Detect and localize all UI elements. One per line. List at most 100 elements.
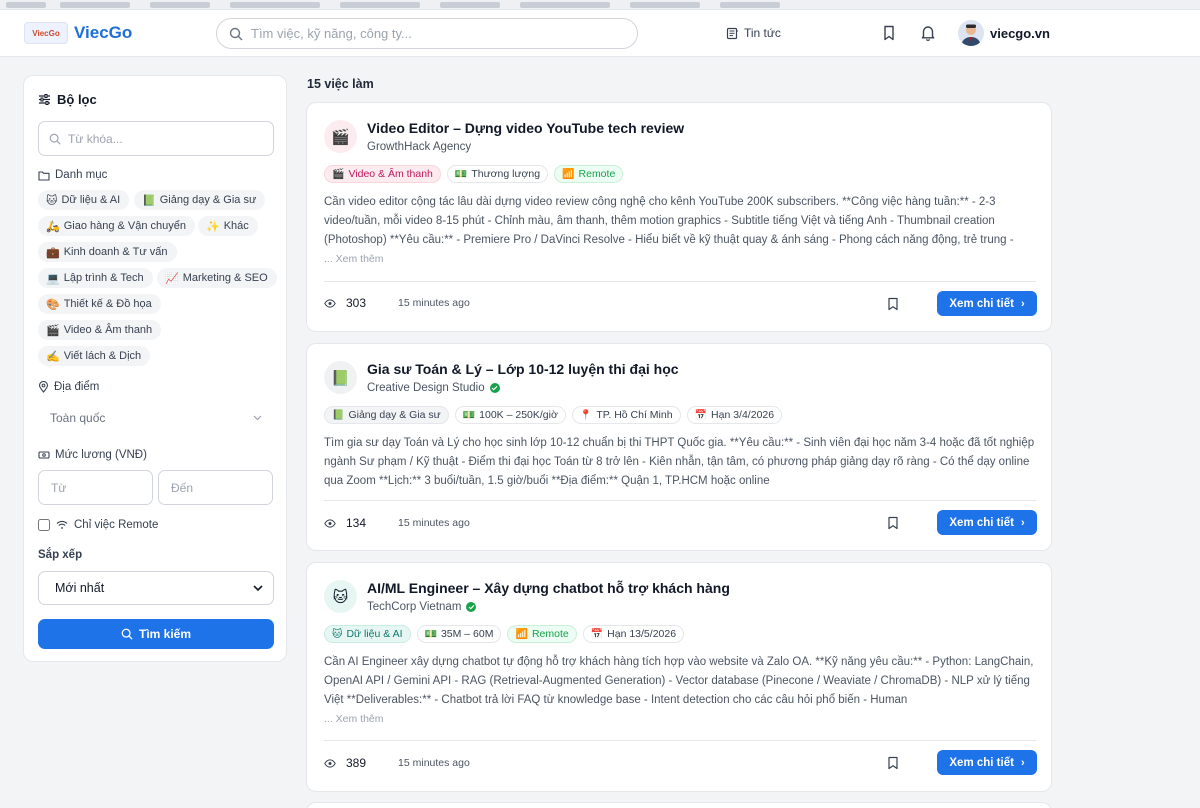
tag-icon: 📗 bbox=[332, 409, 345, 421]
category-tag[interactable]: 📗 Giảng dạy & Gia sư bbox=[324, 406, 449, 424]
salary-from-input[interactable] bbox=[38, 470, 153, 505]
category-tag[interactable]: 🎬 Video & Âm thanh bbox=[324, 165, 441, 183]
salary-tag: 💵 Thương lượng bbox=[446, 165, 549, 183]
category-chip-business[interactable]: 💼 Kinh doanh & Tư vấn bbox=[38, 242, 177, 262]
search-icon bbox=[229, 27, 243, 40]
newspaper-icon bbox=[726, 27, 738, 39]
job-card[interactable]: 🎬 Video Editor – Dựng video YouTube tech… bbox=[306, 102, 1052, 332]
logo-text[interactable]: ViecGo bbox=[74, 23, 132, 43]
keyword-input[interactable] bbox=[68, 131, 258, 146]
wifi-icon: 📶 bbox=[515, 628, 528, 640]
chevron-down-icon bbox=[253, 584, 263, 591]
cat-icon: ✨ bbox=[206, 220, 220, 233]
filter-title-text: Bộ lọc bbox=[57, 92, 97, 107]
category-chip-marketing[interactable]: 📈 Marketing & SEO bbox=[157, 268, 277, 288]
job-card[interactable]: 🐱 AI/ML Engineer – Xây dựng chatbot hỗ t… bbox=[306, 562, 1052, 792]
bell-icon[interactable] bbox=[919, 24, 937, 42]
calendar-icon: 📅 bbox=[694, 409, 708, 421]
category-chip-delivery[interactable]: 🛵 Giao hàng & Vận chuyển bbox=[38, 216, 196, 236]
cat-icon: 📈 bbox=[165, 272, 179, 285]
category-chip-writing[interactable]: ✍️ Viết lách & Dịch bbox=[38, 346, 151, 366]
card-divider bbox=[324, 281, 1036, 282]
eye-icon bbox=[324, 298, 336, 308]
news-label: Tin tức bbox=[744, 26, 781, 40]
salary-tag: 💵 35M – 60M bbox=[416, 625, 502, 643]
category-chip-programming[interactable]: 💻 Lập trình & Tech bbox=[38, 268, 153, 288]
header-search-box[interactable] bbox=[216, 18, 638, 49]
browser-bookmark-strip bbox=[0, 0, 1200, 10]
map-pin-icon bbox=[38, 381, 49, 393]
tag-icon: 🎬 bbox=[332, 168, 345, 180]
salary-tag: 💵 100K – 250K/giờ bbox=[454, 406, 566, 424]
user-avatar[interactable] bbox=[958, 20, 984, 46]
job-title[interactable]: Gia sư Toán & Lý – Lớp 10-12 luyện thi đ… bbox=[367, 361, 679, 377]
bookmark-icon[interactable] bbox=[887, 297, 899, 311]
wifi-icon bbox=[56, 520, 68, 529]
category-chip-data-ai[interactable]: 🐱 Dữ liệu & AI bbox=[38, 190, 130, 210]
money-icon: 💵 bbox=[424, 628, 437, 640]
cat-icon: 🎬 bbox=[46, 324, 60, 337]
keyword-box[interactable] bbox=[38, 121, 274, 156]
card-divider bbox=[324, 500, 1036, 501]
bookmark-icon[interactable] bbox=[880, 24, 898, 42]
filter-sidebar: Bộ lọc Danh mục 🐱Dữ liệu & AI 📗Giảng dạy… bbox=[23, 75, 287, 662]
username[interactable]: viecgo.vn bbox=[990, 26, 1050, 41]
view-detail-button[interactable]: Xem chi tiết › bbox=[937, 291, 1037, 316]
header-search-input[interactable] bbox=[251, 26, 611, 41]
news-link[interactable]: Tin tức bbox=[726, 26, 781, 40]
job-tags: 🎬 Video & Âm thanh 💵 Thương lượng 📶 Remote bbox=[324, 165, 624, 183]
job-icon: 📗 bbox=[324, 361, 357, 394]
remote-tag: 📶 Remote bbox=[554, 165, 624, 183]
category-chip-video[interactable]: 🎬 Video & Âm thanh bbox=[38, 320, 162, 340]
company-name[interactable]: TechCorp Vietnam bbox=[367, 601, 477, 613]
top-header: ViecGo ViecGo Tin tức viecgo.vn bbox=[0, 10, 1200, 57]
job-card[interactable]: 📗 Gia sư Toán & Lý – Lớp 10-12 luyện thi… bbox=[306, 343, 1052, 551]
sort-select[interactable]: Mới nhất bbox=[38, 571, 274, 605]
location-select[interactable]: Toàn quốc bbox=[38, 403, 274, 433]
salary-to-input[interactable] bbox=[158, 470, 273, 505]
salary-section-label: Mức lương (VNĐ) bbox=[38, 449, 147, 461]
remote-only-filter[interactable]: Chỉ việc Remote bbox=[38, 519, 158, 531]
view-count: 134 bbox=[346, 516, 367, 530]
category-tag[interactable]: 🐱 Dữ liệu & AI bbox=[324, 625, 411, 643]
company-name[interactable]: GrowthHack Agency bbox=[367, 141, 471, 153]
money-icon: 💵 bbox=[454, 168, 468, 180]
money-icon: 💵 bbox=[462, 409, 476, 421]
cat-icon: 🛵 bbox=[46, 220, 60, 233]
job-count: 15 việc làm bbox=[307, 77, 374, 91]
filter-search-button[interactable]: Tìm kiếm bbox=[38, 619, 274, 649]
job-tags: 📗 Giảng dạy & Gia sư 💵 100K – 250K/giờ 📍 TP… bbox=[324, 406, 783, 424]
cat-icon: ✍️ bbox=[46, 350, 60, 363]
folder-icon bbox=[38, 170, 50, 181]
chevron-right-icon: › bbox=[1020, 516, 1025, 529]
deadline-tag: 📅 Hạn 13/5/2026 bbox=[582, 625, 685, 643]
wifi-icon: 📶 bbox=[562, 168, 575, 180]
location-tag: 📍 TP. Hồ Chí Minh bbox=[571, 406, 681, 424]
filter-title: Bộ lọc bbox=[38, 92, 97, 107]
job-title[interactable]: AI/ML Engineer – Xây dựng chatbot hỗ trợ… bbox=[367, 580, 730, 596]
job-description: Cần AI Engineer xây dựng chatbot tự động… bbox=[324, 656, 1034, 706]
job-card[interactable] bbox=[306, 802, 1052, 808]
remote-only-checkbox[interactable] bbox=[38, 519, 50, 531]
bookmark-icon[interactable] bbox=[887, 756, 899, 770]
view-count: 303 bbox=[346, 296, 367, 310]
chevron-right-icon: › bbox=[1020, 297, 1025, 310]
category-chip-teaching[interactable]: 📗 Giảng dạy & Gia sư bbox=[134, 190, 266, 210]
logo-badge[interactable]: ViecGo bbox=[24, 22, 68, 44]
bookmark-icon[interactable] bbox=[887, 516, 899, 530]
remote-tag: 📶 Remote bbox=[507, 625, 577, 643]
see-more-link[interactable]: ... Xem thêm bbox=[324, 713, 384, 725]
category-chip-other[interactable]: ✨ Khác bbox=[198, 216, 258, 236]
verified-check-icon bbox=[489, 383, 500, 393]
company-name[interactable]: Creative Design Studio bbox=[367, 382, 500, 394]
chevron-down-icon bbox=[253, 415, 262, 421]
job-title[interactable]: Video Editor – Dựng video YouTube tech r… bbox=[367, 120, 684, 136]
view-count: 389 bbox=[346, 756, 367, 770]
view-detail-button[interactable]: Xem chi tiết › bbox=[937, 750, 1037, 775]
view-detail-button[interactable]: Xem chi tiết › bbox=[937, 510, 1037, 535]
job-description: Cần video editor cộng tác lâu dài dựng v… bbox=[324, 196, 1014, 246]
chevron-right-icon: › bbox=[1020, 756, 1025, 769]
sliders-icon bbox=[39, 94, 50, 105]
see-more-link[interactable]: ... Xem thêm bbox=[324, 253, 384, 265]
category-chip-design[interactable]: 🎨 Thiết kế & Đồ họa bbox=[38, 294, 161, 314]
